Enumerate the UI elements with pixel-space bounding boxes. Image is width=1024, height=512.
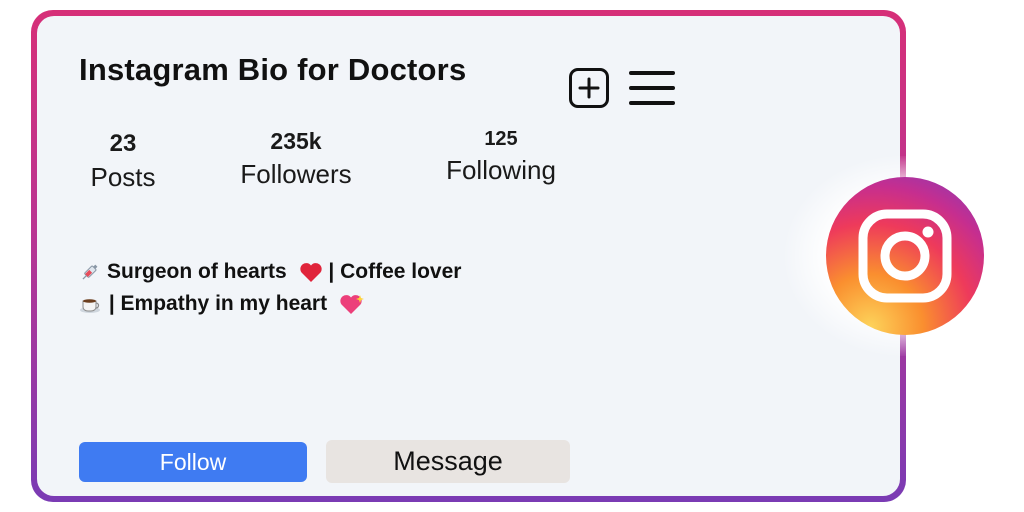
- followers-count: 235k: [270, 128, 322, 154]
- instagram-logo: [826, 177, 984, 335]
- plus-square-icon: [578, 77, 600, 99]
- bio-line: | Empathy in my heart: [79, 288, 539, 320]
- message-button[interactable]: Message: [326, 440, 570, 483]
- bio-text: | Empathy in my heart: [103, 292, 328, 315]
- following-count: 125: [484, 128, 518, 150]
- page-title: Instagram Bio for Doctors: [79, 52, 467, 87]
- syringe-icon: [82, 265, 98, 280]
- menu-button[interactable]: [629, 71, 675, 105]
- profile-bio: Surgeon of hearts | Coffee lover | Empat…: [79, 256, 539, 320]
- camera-icon: [858, 209, 952, 303]
- hamburger-menu-icon: [629, 86, 675, 90]
- followers-label: Followers: [240, 159, 352, 189]
- followers-stat[interactable]: 235k Followers: [229, 128, 363, 190]
- bio-text: Surgeon of hearts: [107, 260, 287, 283]
- posts-label: Posts: [90, 162, 156, 192]
- bio-text: | Coffee lover: [322, 260, 462, 283]
- posts-stat[interactable]: 23 Posts: [83, 130, 163, 193]
- bio-line: Surgeon of hearts | Coffee lover: [79, 256, 539, 288]
- coffee-cup-icon: [80, 299, 100, 314]
- hamburger-menu-icon: [629, 101, 675, 105]
- follow-button[interactable]: Follow: [79, 442, 307, 482]
- sparkling-heart-icon: [340, 295, 364, 315]
- following-label: Following: [446, 155, 556, 185]
- posts-count: 23: [109, 130, 137, 157]
- following-stat[interactable]: 125 Following: [436, 128, 566, 186]
- new-post-button[interactable]: [569, 68, 609, 108]
- hamburger-menu-icon: [629, 71, 675, 75]
- red-heart-icon: [299, 263, 322, 283]
